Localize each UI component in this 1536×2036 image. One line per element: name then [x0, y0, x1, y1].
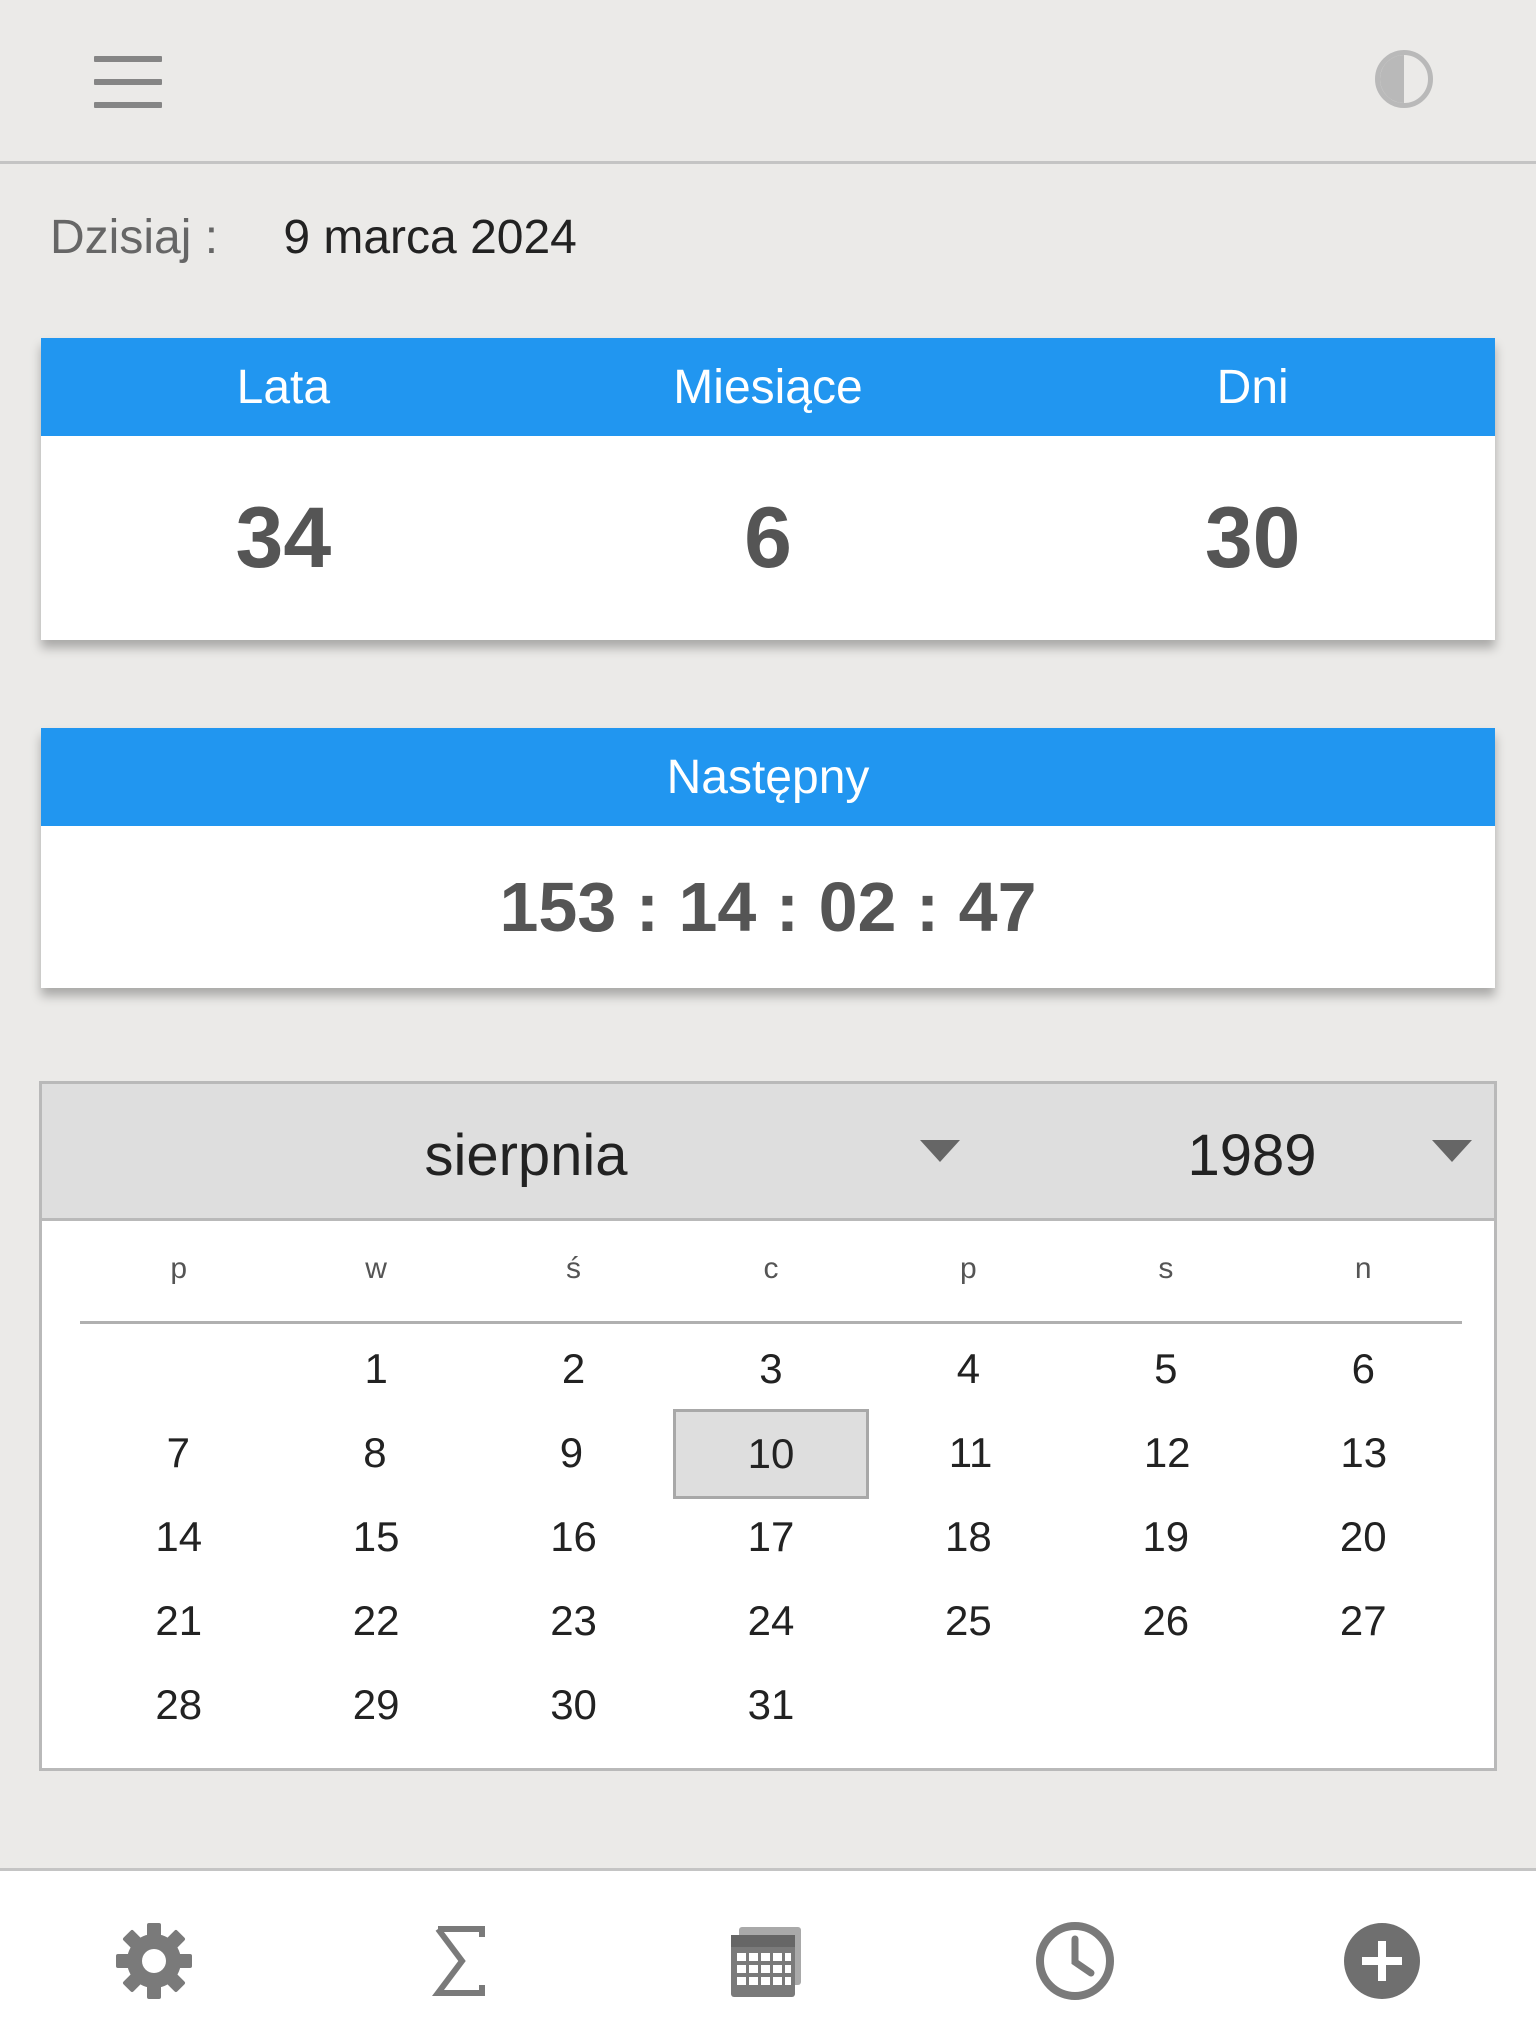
chevron-down-icon	[920, 1140, 960, 1162]
weekday-label: w	[365, 1252, 387, 1285]
calendar-day[interactable]: 26	[1070, 1579, 1261, 1663]
days-label: Dni	[1216, 360, 1289, 414]
calendar-day[interactable]: 30	[478, 1663, 669, 1747]
sum-sigma-icon[interactable]	[418, 1919, 502, 2003]
month-value: sierpnia	[424, 1123, 628, 1188]
calendar-header: sierpnia 1989	[42, 1084, 1494, 1221]
calendar-day[interactable]: 22	[280, 1579, 471, 1663]
contrast-icon[interactable]	[1375, 50, 1433, 108]
calendar-week-row: 123456	[80, 1327, 1462, 1411]
calendar-day[interactable]: 14	[83, 1495, 274, 1579]
calendar-empty-cell	[1268, 1663, 1459, 1747]
years-label: Lata	[236, 360, 331, 414]
calendar-day[interactable]: 2	[478, 1327, 669, 1411]
weekday-label: p	[170, 1252, 188, 1285]
weekday-header: p w ś c p s n	[80, 1224, 1462, 1324]
bottom-navigation	[0, 1868, 1536, 2036]
months-value: 6	[744, 489, 792, 586]
calendar-day[interactable]: 17	[675, 1495, 866, 1579]
calendar-week-row: 14 15 16 17 18 19 20	[80, 1495, 1462, 1579]
months-label: Miesiące	[673, 360, 863, 414]
calendar-day[interactable]: 12	[1072, 1411, 1263, 1495]
next-label: Następny	[666, 750, 870, 804]
calendar-day[interactable]: 23	[478, 1579, 669, 1663]
calendar-day[interactable]: 16	[478, 1495, 669, 1579]
calendar: sierpnia 1989 p w ś c p s n 1 2 3 4 5 6 7 8 9 10 1…	[39, 1081, 1497, 1771]
clock-icon[interactable]	[1033, 1919, 1117, 2003]
calendar-day[interactable]: 25	[873, 1579, 1064, 1663]
calendar-days-grid: 1 2 3 4 5 6 7 8 9 10 11 12 13 14 15 16 17 18 19 20 21 22 23 24 2…	[80, 1327, 1462, 1747]
today-date: 9 marca 2024	[283, 211, 577, 264]
countdown-value: 153 : 14 : 02 : 47	[499, 868, 1037, 946]
chevron-down-icon	[1432, 1140, 1472, 1162]
next-card-header: Następny	[41, 728, 1495, 826]
hamburger-menu-icon[interactable]	[94, 56, 162, 108]
calendar-day[interactable]: 13	[1268, 1411, 1459, 1495]
today-row: Dzisiaj : 9 marca 2024	[50, 210, 577, 265]
calendar-week-row: 28 29 30 31	[80, 1663, 1462, 1747]
next-card-body: 153 : 14 : 02 : 47	[41, 826, 1495, 988]
calendar-day[interactable]: 7	[83, 1411, 274, 1495]
add-circle-icon[interactable]	[1340, 1919, 1424, 2003]
age-card-header: Lata Miesiące Dni	[41, 338, 1495, 436]
weekday-label: ś	[566, 1252, 582, 1285]
calendar-day[interactable]: 4	[873, 1327, 1064, 1411]
calendar-day[interactable]: 28	[83, 1663, 274, 1747]
calendar-week-row: 21 22 23 24 25 26 27	[80, 1579, 1462, 1663]
calendar-day[interactable]: 15	[280, 1495, 471, 1579]
year-value: 1989	[1187, 1123, 1317, 1188]
calendar-day[interactable]: 8	[280, 1411, 471, 1495]
month-select[interactable]: sierpnia	[42, 1084, 1002, 1218]
calendar-icon[interactable]	[725, 1919, 809, 2003]
days-value: 30	[1204, 489, 1301, 586]
calendar-day[interactable]: 24	[675, 1579, 866, 1663]
calendar-day[interactable]: 27	[1268, 1579, 1459, 1663]
calendar-empty-cell	[1070, 1663, 1261, 1747]
calendar-day[interactable]: 29	[280, 1663, 471, 1747]
calendar-day[interactable]: 1	[280, 1327, 471, 1411]
calendar-day-selected[interactable]: 10	[672, 1409, 870, 1499]
calendar-day[interactable]: 9	[476, 1411, 667, 1495]
calendar-day[interactable]: 20	[1268, 1495, 1459, 1579]
weekday-label: s	[1158, 1252, 1174, 1285]
calendar-day[interactable]: 31	[675, 1663, 866, 1747]
calendar-empty-cell	[83, 1327, 274, 1411]
weekday-label: n	[1354, 1252, 1372, 1285]
today-label: Dzisiaj :	[50, 211, 219, 264]
calendar-day[interactable]: 21	[83, 1579, 274, 1663]
weekday-label: p	[960, 1252, 977, 1285]
calendar-day[interactable]: 6	[1268, 1327, 1459, 1411]
settings-gear-icon[interactable]	[112, 1919, 196, 2003]
age-card-body: 34 6 30	[41, 436, 1495, 640]
calendar-day[interactable]: 3	[675, 1327, 866, 1411]
calendar-day[interactable]: 5	[1070, 1327, 1261, 1411]
calendar-day[interactable]: 19	[1070, 1495, 1261, 1579]
next-birthday-card: Następny 153 : 14 : 02 : 47	[41, 728, 1495, 988]
years-value: 34	[235, 489, 332, 586]
weekday-label: c	[763, 1252, 779, 1285]
calendar-empty-cell	[873, 1663, 1064, 1747]
age-card: Lata Miesiące Dni 34 6 30	[41, 338, 1495, 640]
top-app-bar	[0, 0, 1536, 164]
calendar-day[interactable]: 18	[873, 1495, 1064, 1579]
calendar-day[interactable]: 11	[875, 1411, 1066, 1495]
calendar-week-row: 7 8 9 10 11 12 13	[80, 1409, 1462, 1499]
year-select[interactable]: 1989	[1042, 1084, 1497, 1218]
